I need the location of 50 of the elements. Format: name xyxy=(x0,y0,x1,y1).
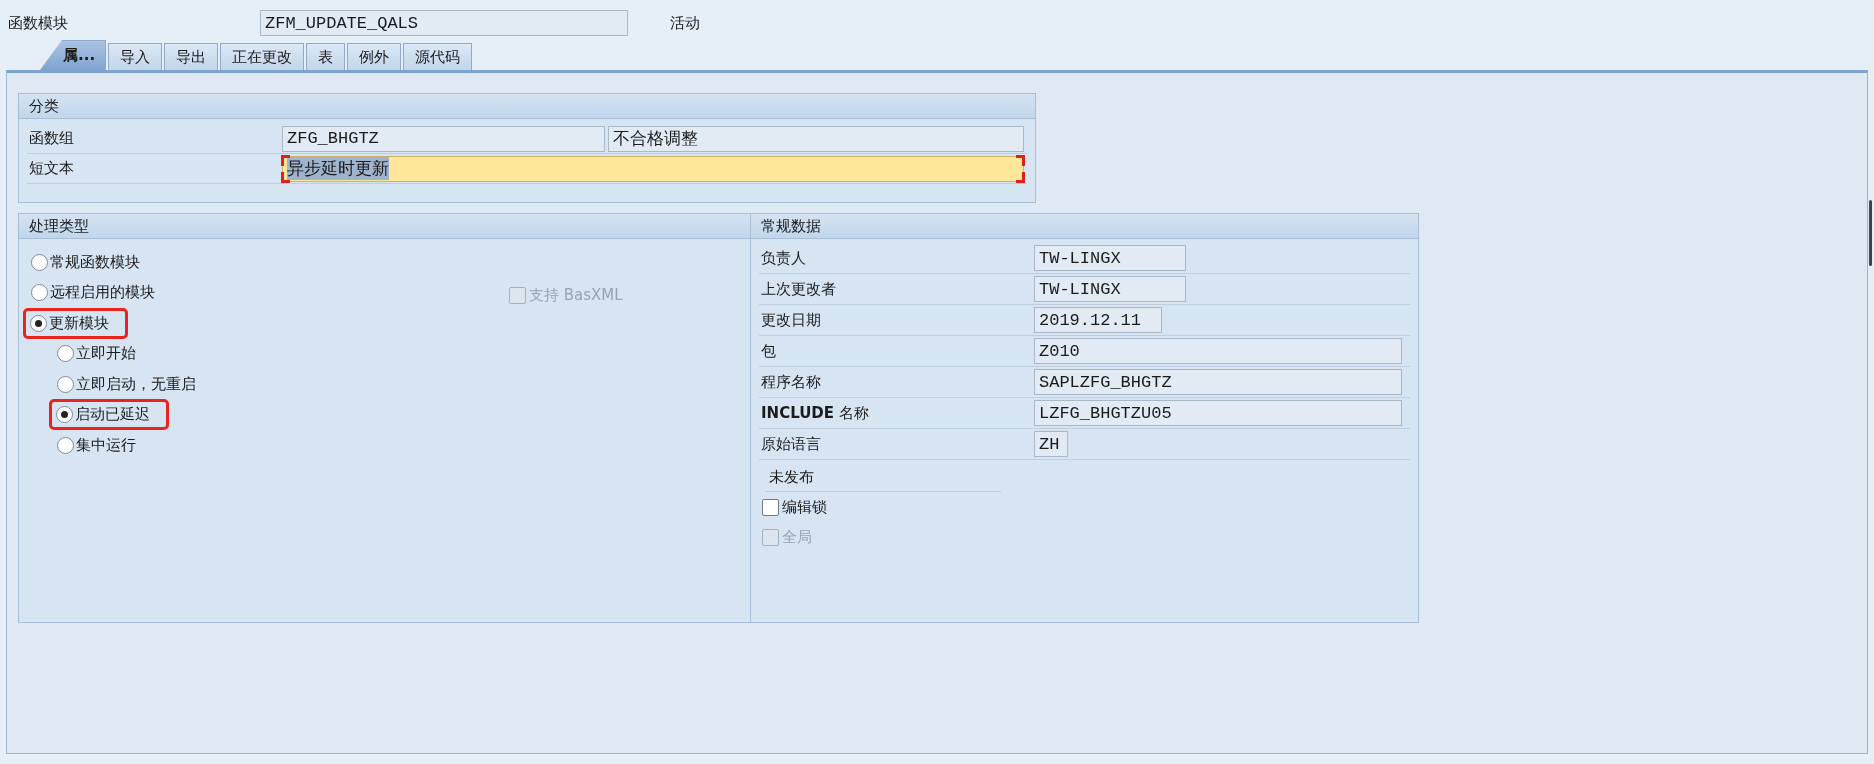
tab[interactable]: 表 xyxy=(306,43,346,70)
radio-option[interactable]: 立即开始 xyxy=(57,344,136,364)
radio-button[interactable] xyxy=(57,345,74,363)
group-title: 常规数据 xyxy=(751,214,1418,239)
field-label: 更改日期 xyxy=(760,310,822,330)
text-field[interactable]: 2019.12.11 xyxy=(1034,307,1162,333)
radio-button[interactable] xyxy=(31,253,48,271)
field-label: 原始语言 xyxy=(760,434,822,454)
status-text: 活动 xyxy=(670,13,700,33)
field-label: 负责人 xyxy=(760,248,807,268)
field-label: 函数模块 xyxy=(7,13,69,33)
radio-option[interactable]: 立即启动，无重启 xyxy=(57,374,196,394)
field-label: 程序名称 xyxy=(760,372,822,392)
field-label: INCLUDE 名称 xyxy=(760,403,870,423)
text-field[interactable]: 异步延时更新 xyxy=(282,155,1024,182)
tab[interactable]: 例外 xyxy=(347,43,402,70)
tab[interactable]: 导入 xyxy=(108,43,163,70)
field-label: 函数组 xyxy=(28,129,75,148)
function-module-field[interactable]: ZFM_UPDATE_QALS xyxy=(260,10,628,36)
group-title: 处理类型 xyxy=(19,214,750,239)
text-field[interactable]: TW-LINGX xyxy=(1034,276,1186,302)
text-field[interactable]: 不合格调整 xyxy=(608,125,1024,152)
scroll-handle[interactable] xyxy=(1869,200,1872,266)
text-field[interactable]: ZFG_BHGTZ xyxy=(282,125,605,152)
group-title: 分类 xyxy=(19,94,1035,119)
text-field[interactable]: Z010 xyxy=(1034,338,1402,364)
radio-button[interactable] xyxy=(57,436,74,454)
tab[interactable]: 源代码 xyxy=(403,43,473,70)
text-field[interactable]: LZFG_BHGTZU05 xyxy=(1034,400,1402,426)
radio-button[interactable] xyxy=(30,314,47,332)
radio-option[interactable]: 远程启用的模块 xyxy=(31,283,155,303)
checkbox-option[interactable]: 编辑锁 xyxy=(762,497,827,517)
radio-button[interactable] xyxy=(56,406,73,424)
text-field[interactable]: TW-LINGX xyxy=(1034,245,1186,271)
tab[interactable]: 属... xyxy=(40,40,107,70)
radio-option[interactable]: 启动已延迟 xyxy=(56,405,150,425)
tab[interactable]: 正在更改 xyxy=(220,43,305,70)
radio-button[interactable] xyxy=(57,375,74,393)
checkbox[interactable] xyxy=(762,498,779,516)
text-field[interactable]: ZH xyxy=(1034,431,1068,457)
field-label: 短文本 xyxy=(28,159,75,178)
field-label: 上次更改者 xyxy=(760,279,837,299)
field-label: 包 xyxy=(760,341,777,361)
radio-option[interactable]: 更新模块 xyxy=(30,313,109,333)
tab[interactable]: 导出 xyxy=(164,43,219,70)
radio-button[interactable] xyxy=(31,284,48,302)
section-title: 未发布 xyxy=(765,468,1001,492)
radio-option[interactable]: 集中运行 xyxy=(57,435,136,455)
radio-option[interactable]: 常规函数模块 xyxy=(31,252,140,272)
text-field[interactable]: SAPLZFG_BHGTZ xyxy=(1034,369,1402,395)
